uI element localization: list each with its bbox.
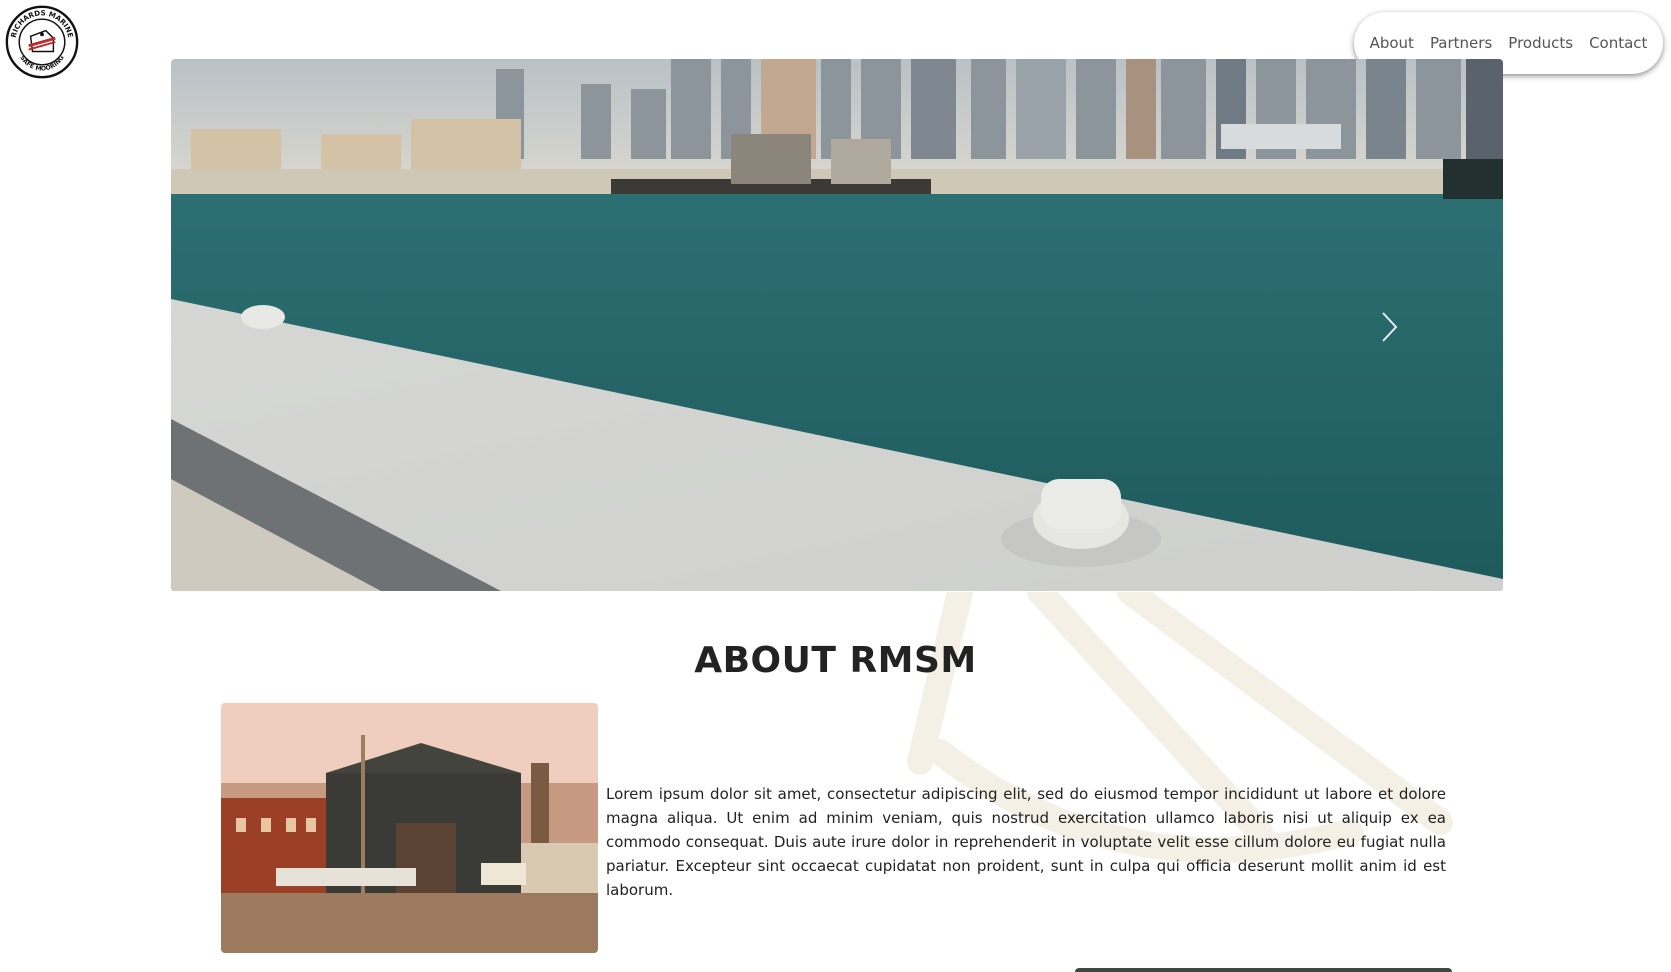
about-title: ABOUT RMSM <box>694 640 977 681</box>
nav-contact[interactable]: Contact <box>1581 34 1655 52</box>
nav-about[interactable]: About <box>1362 34 1422 52</box>
nav-partners[interactable]: Partners <box>1422 34 1500 52</box>
nav-products[interactable]: Products <box>1500 34 1581 52</box>
carousel-next-button[interactable] <box>1375 307 1405 347</box>
company-logo[interactable]: RICHARDS MARINE SAFE MOORING <box>4 4 80 80</box>
chevron-right-icon <box>1382 312 1398 342</box>
logo-emblem: RICHARDS MARINE SAFE MOORING <box>5 5 79 79</box>
about-body-text: Lorem ipsum dolor sit amet, consectetur … <box>606 785 1446 899</box>
hero-carousel <box>171 59 1503 591</box>
about-warehouse-photo <box>221 703 598 953</box>
next-section-image-edge <box>1075 968 1452 972</box>
hero-image-harbor <box>171 59 1503 591</box>
